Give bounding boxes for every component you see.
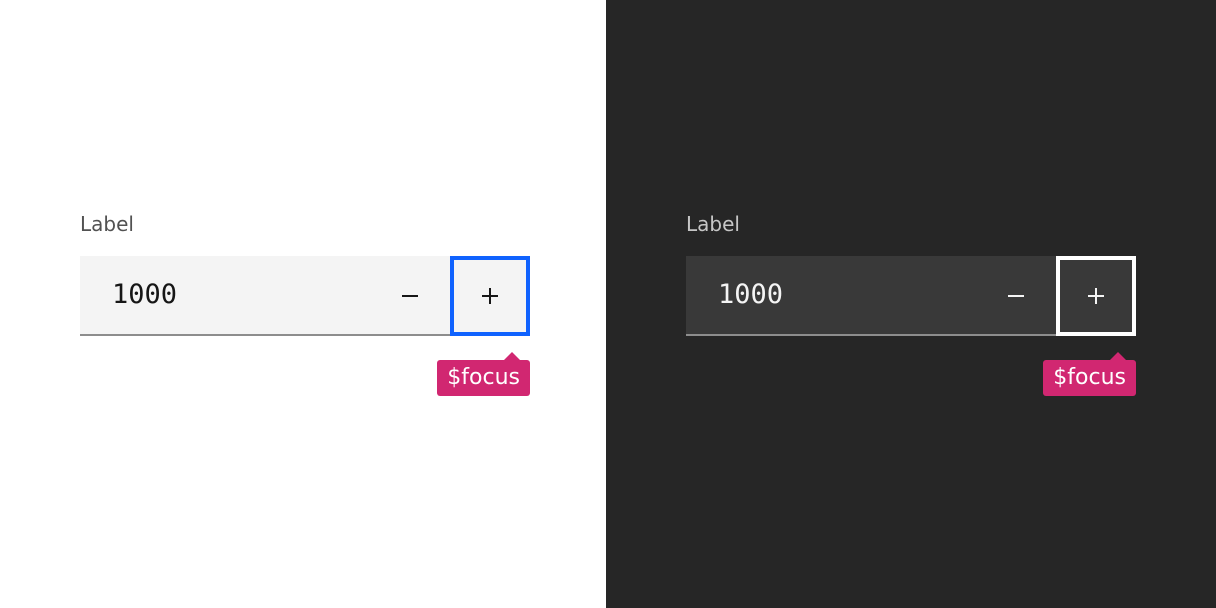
focus-annotation-tag: $focus bbox=[1043, 352, 1136, 396]
minus-icon bbox=[1008, 295, 1024, 297]
number-input[interactable]: 1000 bbox=[80, 256, 530, 336]
dark-theme-panel: Label 1000 $focus bbox=[606, 0, 1216, 608]
increment-button[interactable] bbox=[1056, 256, 1136, 336]
field-label: Label bbox=[80, 212, 134, 236]
number-input-field: Label 1000 bbox=[80, 210, 530, 336]
focus-annotation-tag: $focus bbox=[437, 352, 530, 396]
number-input[interactable]: 1000 bbox=[686, 256, 1136, 336]
field-label: Label bbox=[686, 212, 740, 236]
number-input-field: Label 1000 bbox=[686, 210, 1136, 336]
decrement-button[interactable] bbox=[370, 256, 450, 336]
number-input-value[interactable]: 1000 bbox=[80, 256, 370, 334]
plus-icon bbox=[482, 288, 498, 304]
plus-icon bbox=[1088, 288, 1104, 304]
minus-icon bbox=[402, 295, 418, 297]
number-input-value[interactable]: 1000 bbox=[686, 256, 976, 334]
increment-button[interactable] bbox=[450, 256, 530, 336]
decrement-button[interactable] bbox=[976, 256, 1056, 336]
light-theme-panel: Label 1000 $focus bbox=[0, 0, 606, 608]
